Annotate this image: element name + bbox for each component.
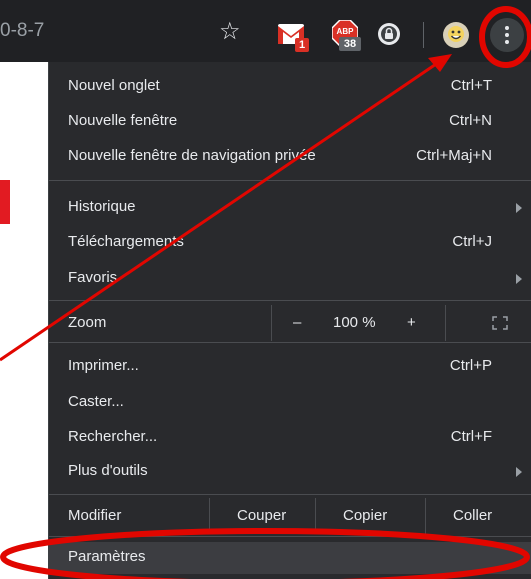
menu-item-label: Nouvelle fenêtre	[68, 112, 178, 129]
zoom-out-button[interactable]: –	[293, 314, 301, 331]
shortcut: Ctrl+J	[452, 233, 492, 250]
url-text[interactable]: 0-8-7	[0, 20, 44, 42]
menu-item-zoom: Zoom – 100 % +	[49, 305, 531, 341]
submenu-arrow-icon	[516, 467, 522, 477]
shortcut: Ctrl+F	[450, 428, 492, 445]
svg-text:ABP: ABP	[337, 27, 355, 36]
menu-item-settings[interactable]: Paramètres	[49, 542, 531, 574]
chrome-menu: Nouvel onglet Ctrl+T Nouvelle fenêtre Ct…	[48, 62, 531, 579]
shortcut: Ctrl+T	[450, 77, 492, 94]
zoom-divider	[271, 305, 272, 341]
paste-button[interactable]: Coller	[453, 507, 492, 524]
menu-item-label: Nouvel onglet	[68, 77, 160, 94]
menu-item-label: Nouvelle fenêtre de navigation privée	[68, 147, 316, 164]
star-icon[interactable]: ☆	[219, 17, 241, 46]
menu-item-label: Modifier	[68, 507, 122, 524]
menu-item-label: Caster...	[68, 393, 124, 410]
edit-divider	[425, 498, 426, 534]
edit-divider	[209, 498, 210, 534]
menu-separator	[49, 180, 531, 181]
menu-item-downloads[interactable]: Téléchargements Ctrl+J	[49, 229, 531, 257]
menu-item-new-tab[interactable]: Nouvel onglet Ctrl+T	[49, 73, 531, 101]
shortcut: Ctrl+P	[449, 357, 492, 374]
menu-item-edit: Modifier Couper Copier Coller	[49, 498, 531, 534]
submenu-arrow-icon	[516, 274, 522, 284]
avatar[interactable]	[443, 22, 469, 48]
copy-button[interactable]: Copier	[343, 507, 387, 524]
more-icon	[505, 26, 509, 30]
submenu-arrow-icon	[516, 203, 522, 213]
menu-item-label: Zoom	[68, 314, 107, 331]
menu-item-history[interactable]: Historique	[49, 194, 531, 222]
zoom-in-button[interactable]: +	[407, 314, 416, 331]
shortcut: Ctrl+N	[449, 112, 492, 129]
menu-separator	[49, 342, 531, 343]
adblock-badge: 38	[339, 37, 361, 51]
shortcut: Ctrl+Maj+N	[416, 147, 492, 164]
browser-toolbar: 0-8-7 ☆ 1 ABP 38	[0, 0, 531, 62]
more-menu-button[interactable]	[490, 18, 524, 52]
zoom-level: 100 %	[333, 314, 376, 331]
menu-separator	[49, 300, 531, 301]
toolbar-divider	[423, 22, 424, 48]
lock-extension-icon[interactable]	[377, 22, 401, 46]
menu-item-find[interactable]: Rechercher... Ctrl+F	[49, 424, 531, 452]
zoom-divider	[445, 305, 446, 341]
menu-item-label: Imprimer...	[68, 357, 139, 374]
cut-button[interactable]: Couper	[237, 507, 286, 524]
menu-item-bookmarks[interactable]: Favoris	[49, 265, 531, 293]
menu-item-incognito[interactable]: Nouvelle fenêtre de navigation privée Ct…	[49, 143, 531, 171]
fullscreen-icon[interactable]	[492, 316, 508, 330]
menu-item-print[interactable]: Imprimer... Ctrl+P	[49, 353, 531, 381]
menu-item-label: Favoris	[68, 269, 118, 286]
menu-item-label: Plus d'outils	[68, 462, 148, 479]
menu-item-new-window[interactable]: Nouvelle fenêtre Ctrl+N	[49, 108, 531, 136]
menu-separator	[49, 536, 531, 537]
menu-separator	[49, 494, 531, 495]
menu-item-label: Paramètres	[68, 548, 146, 565]
menu-item-more-tools[interactable]: Plus d'outils	[49, 458, 531, 486]
menu-item-cast[interactable]: Caster...	[49, 389, 531, 417]
menu-item-label: Rechercher...	[68, 428, 158, 445]
page-red-element	[0, 180, 10, 224]
menu-item-label: Historique	[68, 198, 136, 215]
page-content	[0, 62, 48, 579]
menu-item-label: Téléchargements	[68, 233, 184, 250]
edit-divider	[315, 498, 316, 534]
gmail-badge: 1	[295, 38, 309, 52]
